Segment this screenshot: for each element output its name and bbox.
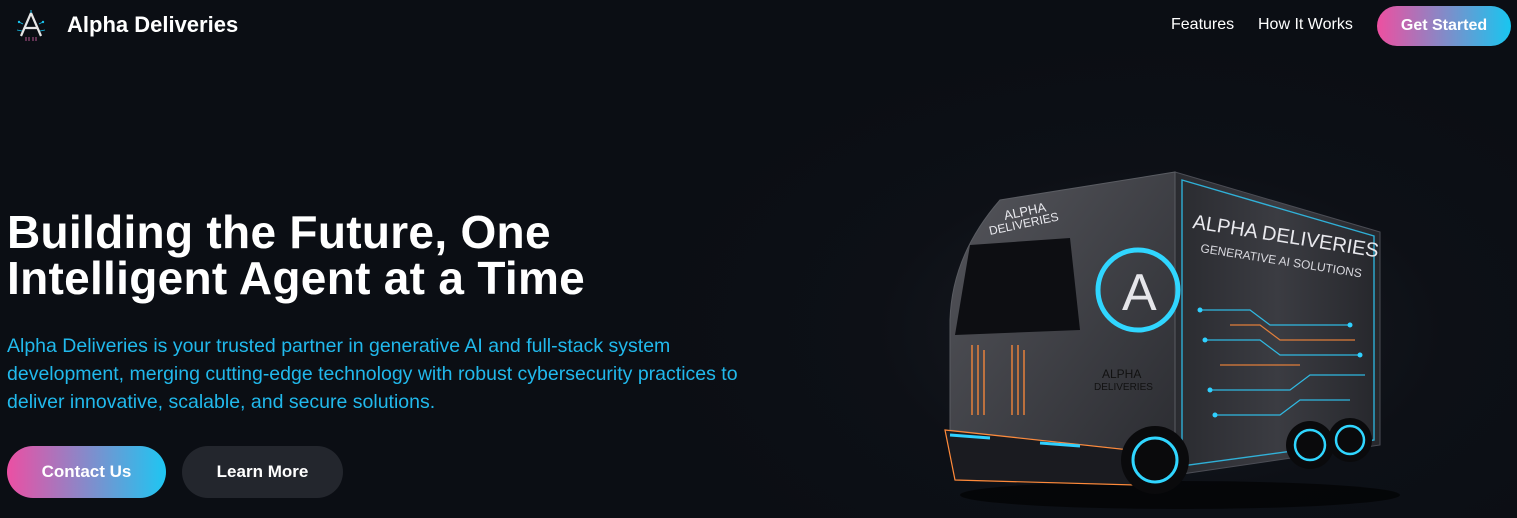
top-navbar: Alpha Deliveries Features How It Works G… (0, 0, 1517, 52)
get-started-button[interactable]: Get Started (1377, 6, 1511, 46)
delivery-truck-image: ALPHA DELIVERIES GENERATIVE AI SOLUTIONS… (944, 171, 1400, 509)
hero-title-line-1: Building the Future, One (7, 206, 551, 258)
learn-more-button[interactable]: Learn More (182, 446, 343, 498)
brand-name[interactable]: Alpha Deliveries (67, 12, 238, 38)
truck-emblem-caption-1: ALPHA (1102, 367, 1141, 381)
nav-link-how-it-works[interactable]: How It Works (1258, 16, 1353, 34)
hero-description: Alpha Deliveries is your trusted partner… (7, 335, 738, 413)
contact-us-button[interactable]: Contact Us (7, 446, 166, 498)
alpha-circuit-logo-icon[interactable] (14, 10, 48, 42)
truck-emblem-caption-2: DELIVERIES (1094, 382, 1153, 393)
hero-title-line-2: Intelligent Agent at a Time (7, 252, 586, 304)
hero-title: Building the Future, One Intelligent Age… (7, 209, 707, 301)
truck-emblem-letter: A (1122, 264, 1157, 322)
nav-link-features[interactable]: Features (1171, 16, 1234, 34)
